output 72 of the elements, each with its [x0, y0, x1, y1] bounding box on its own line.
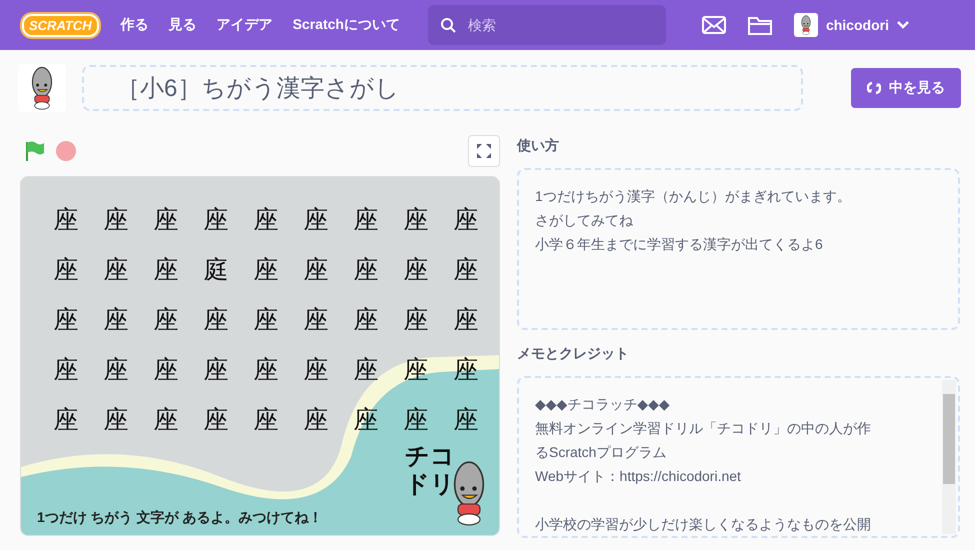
- project-author-avatar[interactable]: [18, 64, 66, 112]
- kanji-character[interactable]: 座: [441, 357, 491, 383]
- kanji-character[interactable]: 座: [441, 257, 491, 283]
- kanji-character[interactable]: 座: [441, 207, 491, 233]
- kanji-character[interactable]: 座: [191, 307, 241, 333]
- kanji-character[interactable]: 座: [241, 407, 291, 433]
- kanji-character[interactable]: 座: [141, 307, 191, 333]
- nav-link[interactable]: 見る: [168, 16, 197, 34]
- kanji-character[interactable]: 座: [391, 207, 441, 233]
- nav-link[interactable]: 作る: [120, 16, 149, 34]
- kanji-character[interactable]: 座: [391, 257, 441, 283]
- notes-box[interactable]: ◆◆◆チコラッチ◆◆◆ 無料オンライン学習ドリル「チコドリ」の中の人が作 るScratchプログラム Webサイト：https://chicodori.net 小学校の学習が少しだけ楽しくなるようなものを公開: [517, 376, 960, 538]
- project-title-field[interactable]: ［小6］ちがう漢字さがし: [82, 65, 803, 111]
- expand-icon: [476, 143, 492, 159]
- kanji-character[interactable]: 座: [91, 307, 141, 333]
- kanji-character[interactable]: 座: [191, 207, 241, 233]
- search-icon: [440, 17, 456, 33]
- kanji-character[interactable]: 座: [91, 407, 141, 433]
- flag-icon[interactable]: [24, 140, 46, 162]
- see-inside-button[interactable]: 中を見る: [851, 68, 961, 108]
- kanji-character[interactable]: 座: [41, 357, 91, 383]
- scrollbar[interactable]: [942, 380, 956, 534]
- nav-link[interactable]: Scratchについて: [292, 16, 400, 34]
- kanji-character[interactable]: 座: [41, 207, 91, 233]
- kanji-character[interactable]: 座: [341, 207, 391, 233]
- kanji-character[interactable]: 座: [291, 407, 341, 433]
- kanji-character[interactable]: 座: [41, 407, 91, 433]
- logo-text: ドリ: [405, 471, 455, 499]
- kanji-character[interactable]: 座: [141, 207, 191, 233]
- section-heading: メモとクレジット: [517, 344, 630, 363]
- kanji-character[interactable]: 座: [291, 307, 341, 333]
- project-stage[interactable]: 座座座座座座座座座 座座座庭座座座座座 座座座座座座座座座 座座座座座座座座座 座座座座座座座座座 チコ ドリ 1つだけ ちがう 文字が あるよ。みつけてね！: [20, 176, 500, 536]
- kanji-character[interactable]: 座: [291, 357, 341, 383]
- section-heading: 使い方: [517, 136, 560, 155]
- instructions-box[interactable]: 1つだけちがう漢字（かんじ）がまぎれています。 さがしてみてね 小学６年生までに学習する漢字が出てくるよ6: [517, 168, 960, 330]
- kanji-character[interactable]: 座: [391, 407, 441, 433]
- kanji-character[interactable]: 座: [391, 307, 441, 333]
- kanji-character[interactable]: 座: [41, 307, 91, 333]
- fullscreen-button[interactable]: [468, 135, 500, 167]
- kanji-character[interactable]: 座: [341, 307, 391, 333]
- kanji-character[interactable]: 座: [191, 407, 241, 433]
- envelope-icon[interactable]: [702, 16, 726, 34]
- kanji-character[interactable]: 座: [341, 407, 391, 433]
- kanji-character[interactable]: 座: [341, 257, 391, 283]
- kanji-character[interactable]: 座: [91, 207, 141, 233]
- kanji-character[interactable]: 座: [141, 357, 191, 383]
- kanji-character[interactable]: 座: [391, 357, 441, 383]
- kanji-character[interactable]: 座: [241, 207, 291, 233]
- kanji-character[interactable]: 座: [91, 357, 141, 383]
- remix-arrows-icon: [867, 81, 881, 95]
- username[interactable]: chicodori: [826, 17, 889, 33]
- logo-text: チコ: [405, 443, 455, 471]
- kanji-character[interactable]: 座: [241, 307, 291, 333]
- kanji-character[interactable]: 座: [441, 307, 491, 333]
- folder-icon[interactable]: [748, 15, 772, 35]
- kanji-character[interactable]: 座: [441, 407, 491, 433]
- kanji-character[interactable]: 座: [291, 207, 341, 233]
- kanji-character[interactable]: 座: [141, 407, 191, 433]
- kanji-character[interactable]: 座: [41, 257, 91, 283]
- kanji-character[interactable]: 座: [341, 357, 391, 383]
- kanji-character[interactable]: 座: [141, 257, 191, 283]
- caret-icon[interactable]: [896, 21, 909, 29]
- kanji-character[interactable]: 座: [241, 257, 291, 283]
- kanji-character[interactable]: 座: [241, 357, 291, 383]
- kanji-character[interactable]: 庭: [191, 257, 241, 283]
- search-field[interactable]: 検索: [428, 5, 666, 45]
- kanji-character[interactable]: 座: [191, 357, 241, 383]
- nav-link[interactable]: アイデア: [216, 16, 273, 34]
- kanji-character[interactable]: 座: [91, 257, 141, 283]
- stage-caption: 1つだけ ちがう 文字が あるよ。みつけてね！: [37, 509, 322, 527]
- kanji-character[interactable]: 座: [291, 257, 341, 283]
- user-avatar[interactable]: [794, 13, 818, 37]
